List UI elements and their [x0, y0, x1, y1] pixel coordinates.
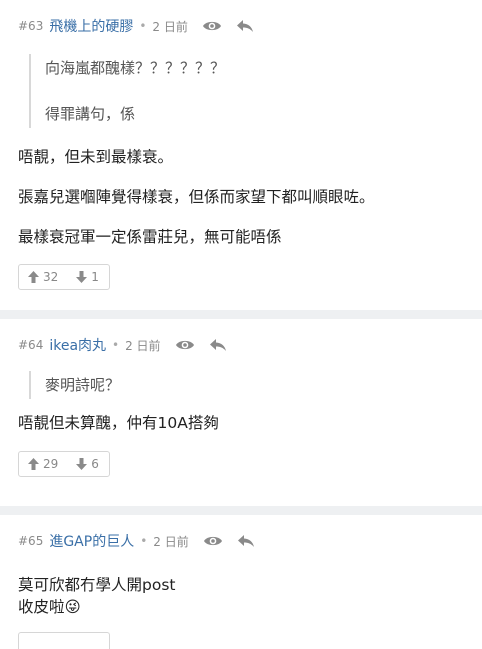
username-link[interactable]: ikea肉丸 — [49, 335, 106, 355]
reply-arrow-icon[interactable] — [237, 534, 255, 548]
post-number: #65 — [18, 534, 44, 548]
thumb-up-arrow-icon — [28, 271, 39, 283]
post-number: #64 — [18, 338, 44, 352]
upvote-button[interactable]: 29 — [19, 457, 67, 471]
body-line: 最樣衰冠軍一定係雷莊兒，無可能唔係 — [18, 228, 282, 246]
vote-box: 32 1 — [18, 264, 110, 290]
post-time: 2 日前 — [152, 19, 188, 34]
post-body: 唔靚，但未到最樣衰。 張嘉兒選嗰陣覺得樣衰，但係而家望下都叫順眼咗。 最樣衰冠軍… — [0, 146, 482, 248]
downvote-button[interactable]: 1 — [67, 270, 108, 284]
body-line: 收皮啦😜 — [18, 598, 81, 616]
eye-icon[interactable] — [202, 19, 222, 33]
vote-box: 29 6 — [18, 451, 110, 477]
post-time: 2 日前 — [125, 338, 161, 353]
downvote-button[interactable]: 6 — [67, 457, 108, 471]
eye-icon[interactable] — [175, 338, 195, 352]
quote-line: 向海嵐都醜樣？？？？？？ — [45, 59, 226, 77]
post-number: #63 — [18, 19, 44, 33]
post-meta: #65 進GAP的巨人 • 2 日前 — [0, 530, 482, 552]
post-64: #64 ikea肉丸 • 2 日前 麥明詩呢？ 唔靚但未算醜，仲有10A搭夠 2… — [0, 319, 482, 506]
thumb-up-arrow-icon — [28, 458, 39, 470]
reply-arrow-icon[interactable] — [209, 338, 227, 352]
post-separator — [0, 310, 482, 319]
post-meta: #64 ikea肉丸 • 2 日前 — [0, 334, 482, 356]
post-63: #63 飛機上的硬膠 • 2 日前 向海嵐都醜樣？？？？？？ 得罪講句，係 唔靚… — [0, 0, 482, 310]
body-line: 張嘉兒選嗰陣覺得樣衰，但係而家望下都叫順眼咗。 — [18, 188, 375, 206]
post-time: 2 日前 — [153, 534, 189, 549]
quote-block: 向海嵐都醜樣？？？？？？ 得罪講句，係 — [29, 54, 482, 128]
downvote-count: 6 — [91, 457, 99, 471]
reply-arrow-icon[interactable] — [236, 19, 254, 33]
quote-line: 得罪講句，係 — [45, 105, 136, 123]
upvote-count: 32 — [43, 270, 59, 284]
body-line: 唔靚，但未到最樣衰。 — [18, 148, 174, 166]
username-link[interactable]: 進GAP的巨人 — [49, 531, 134, 551]
post-body: 唔靚但未算醜，仲有10A搭夠 — [0, 412, 482, 434]
quote-block: 麥明詩呢？ — [29, 371, 482, 399]
downvote-count: 1 — [91, 270, 99, 284]
body-line: 莫可欣都冇學人開post — [18, 576, 176, 594]
thumb-down-arrow-icon — [76, 271, 88, 283]
body-line: 唔靚但未算醜，仲有10A搭夠 — [18, 414, 219, 432]
post-separator — [0, 506, 482, 515]
post-body: 莫可欣都冇學人開post 收皮啦😜 — [0, 574, 482, 618]
eye-icon[interactable] — [203, 534, 223, 548]
vote-box — [18, 632, 110, 649]
upvote-count: 29 — [43, 457, 59, 471]
quote-line: 麥明詩呢？ — [45, 376, 121, 394]
post-meta: #63 飛機上的硬膠 • 2 日前 — [0, 15, 482, 37]
username-link[interactable]: 飛機上的硬膠 — [49, 16, 133, 36]
post-65: #65 進GAP的巨人 • 2 日前 莫可欣都冇學人開post 收皮啦😜 — [0, 515, 482, 649]
upvote-button[interactable]: 32 — [19, 270, 67, 284]
thumb-down-arrow-icon — [76, 458, 88, 470]
